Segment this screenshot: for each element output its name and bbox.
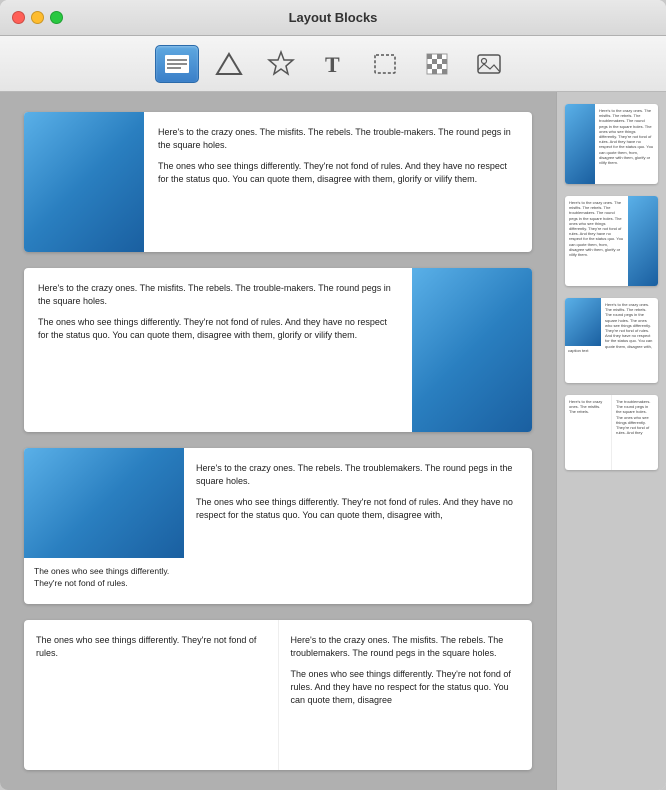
thumb-3-image xyxy=(565,298,601,346)
minimize-button[interactable] xyxy=(31,11,44,24)
text-block-icon xyxy=(163,53,191,75)
right-panel: Here's to the crazy ones. The misfits. T… xyxy=(556,92,666,790)
thumbnail-1[interactable]: Here's to the crazy ones. The misfits. T… xyxy=(565,104,658,184)
block-1-text: Here's to the crazy ones. The misfits. T… xyxy=(144,112,532,252)
toolbar: T xyxy=(0,36,666,92)
text-t-icon: T xyxy=(319,50,347,78)
block-4-para-3: The ones who see things differently. The… xyxy=(291,668,521,707)
thumbnail-2[interactable]: Here's to the crazy ones. The misfits. T… xyxy=(565,196,658,286)
layout-block-1[interactable]: Here's to the crazy ones. The misfits. T… xyxy=(24,112,532,252)
block-2-para-2: The ones who see things differently. The… xyxy=(38,316,398,342)
window-controls xyxy=(12,11,63,24)
thumbnail-4[interactable]: Here's to the crazy ones. The misfits. T… xyxy=(565,395,658,470)
title-bar: Layout Blocks xyxy=(0,0,666,36)
image-icon xyxy=(475,50,503,78)
block-3-caption: The ones who see things differently. The… xyxy=(24,558,184,604)
image-tool-button[interactable] xyxy=(467,45,511,83)
triangle-tool-button[interactable] xyxy=(207,45,251,83)
thumb-2-text: Here's to the crazy ones. The misfits. T… xyxy=(565,196,628,286)
layout-block-3[interactable]: The ones who see things differently. The… xyxy=(24,448,532,604)
block-3-para-1: Here's to the crazy ones. The rebels. Th… xyxy=(196,462,520,488)
block-2-text: Here's to the crazy ones. The misfits. T… xyxy=(24,268,412,432)
thumb-1-image xyxy=(565,104,595,184)
thumb-3-text: Here's to the crazy ones. The misfits. T… xyxy=(601,298,658,383)
block-2-para-1: Here's to the crazy ones. The misfits. T… xyxy=(38,282,398,308)
block-3-text: Here's to the crazy ones. The rebels. Th… xyxy=(184,448,532,604)
block-4-para-2: Here's to the crazy ones. The misfits. T… xyxy=(291,634,521,660)
block-4-para-1: The ones who see things differently. The… xyxy=(36,634,266,660)
triangle-icon xyxy=(215,50,243,78)
thumb-3-caption: caption text xyxy=(565,346,601,383)
selection-icon xyxy=(371,50,399,78)
block-1-para-1: Here's to the crazy ones. The misfits. T… xyxy=(158,126,518,152)
thumb-1-text: Here's to the crazy ones. The misfits. T… xyxy=(595,104,658,184)
block-4-text-left: The ones who see things differently. The… xyxy=(24,620,279,770)
svg-text:T: T xyxy=(325,52,340,77)
layout-block-4[interactable]: The ones who see things differently. The… xyxy=(24,620,532,770)
block-4-text-right: Here's to the crazy ones. The misfits. T… xyxy=(279,620,533,770)
text-block-tool-button[interactable] xyxy=(155,45,199,83)
block-1-image xyxy=(24,112,144,252)
star-icon xyxy=(267,50,295,78)
block-3-para-2: The ones who see things differently. The… xyxy=(196,496,520,522)
thumbnail-3[interactable]: caption text Here's to the crazy ones. T… xyxy=(565,298,658,383)
thumb-4-text-left: Here's to the crazy ones. The misfits. T… xyxy=(565,395,612,470)
checker-tool-button[interactable] xyxy=(415,45,459,83)
app-window: Layout Blocks T xyxy=(0,0,666,790)
block-2-image xyxy=(412,268,532,432)
block-1-para-2: The ones who see things differently. The… xyxy=(158,160,518,186)
text-tool-button[interactable]: T xyxy=(311,45,355,83)
window-title: Layout Blocks xyxy=(289,10,378,25)
layout-block-2[interactable]: Here's to the crazy ones. The misfits. T… xyxy=(24,268,532,432)
thumb-3-left: caption text xyxy=(565,298,601,383)
block-3-left-col: The ones who see things differently. The… xyxy=(24,448,184,604)
block-3-image xyxy=(24,448,184,558)
selection-tool-button[interactable] xyxy=(363,45,407,83)
checker-icon xyxy=(423,50,451,78)
thumb-4-text-right: The troublemakers. The round pegs in the… xyxy=(612,395,658,470)
main-content: Here's to the crazy ones. The misfits. T… xyxy=(0,92,666,790)
star-tool-button[interactable] xyxy=(259,45,303,83)
maximize-button[interactable] xyxy=(50,11,63,24)
thumb-2-image xyxy=(628,196,658,286)
left-panel: Here's to the crazy ones. The misfits. T… xyxy=(0,92,556,790)
close-button[interactable] xyxy=(12,11,25,24)
